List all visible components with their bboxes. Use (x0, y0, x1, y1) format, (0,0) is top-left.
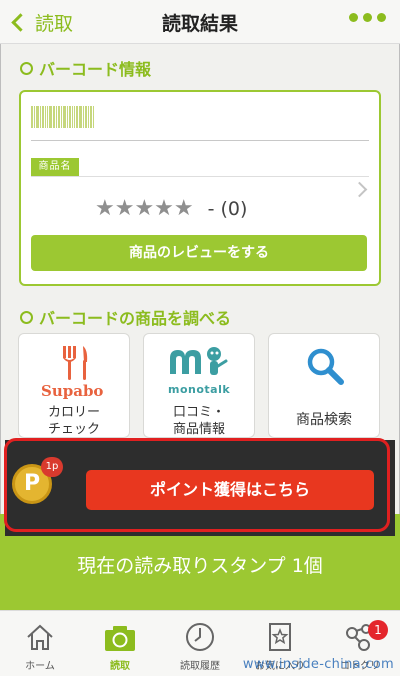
product-search-tile[interactable]: 商品検索 (268, 333, 380, 438)
tab-scan[interactable]: 読取 (80, 611, 160, 676)
tile-label: 商品検索 (296, 412, 352, 428)
barcode-info-heading: バーコード情報 (20, 56, 151, 80)
bookmark-star-icon (269, 623, 291, 651)
circle-bullet-icon (20, 61, 33, 75)
tile-label: 商品情報 (172, 422, 225, 437)
monotalk-logo: monotalk (168, 383, 231, 396)
circle-bullet-icon (20, 310, 33, 324)
tile-label: カロリー (47, 405, 100, 420)
home-icon (27, 624, 53, 650)
tab-label: ホーム (25, 661, 55, 672)
rating-stars: ★★★★★ (95, 196, 194, 221)
tile-label: チェック (47, 422, 100, 437)
watermark-text: www.inside-china.com (242, 657, 394, 672)
get-points-button[interactable]: ポイント獲得はこちら (86, 470, 374, 510)
point-badge: 1p (41, 457, 63, 477)
more-menu-icon[interactable] (349, 13, 386, 22)
section-heading-text: バーコード情報 (39, 60, 152, 79)
search-icon (307, 348, 344, 385)
monotalk-mascot-icon (170, 347, 228, 375)
tab-history[interactable]: 読取履歴 (160, 611, 240, 676)
supabo-logo: Supabo (41, 382, 104, 400)
nav-header: 読取 読取結果 (0, 0, 400, 44)
reviews-info-tile[interactable]: monotalk 口コミ・ 商品情報 (143, 333, 255, 438)
write-review-button[interactable]: 商品のレビューをする (31, 235, 367, 271)
tab-label: 読取 (110, 661, 130, 672)
clock-icon (186, 623, 214, 651)
section-heading-text: バーコードの商品を調べる (39, 309, 232, 328)
camera-icon (105, 626, 135, 651)
page-title: 読取結果 (161, 13, 238, 35)
tile-label: 口コミ・ (172, 405, 225, 420)
divider (31, 176, 369, 177)
notification-badge: 1 (368, 620, 388, 640)
rating-count: - (0) (207, 197, 248, 220)
divider (31, 140, 369, 141)
lookup-heading: バーコードの商品を調べる (20, 305, 231, 329)
product-name-tag: 商品名 (31, 158, 79, 176)
product-rating: ★★★★★ - (0) (95, 196, 247, 221)
calorie-check-tile[interactable]: Supabo カロリー チェック (18, 333, 130, 438)
barcode-card[interactable]: 商品名 ★★★★★ - (0) 商品のレビューをする (19, 90, 381, 286)
tab-home[interactable]: ホーム (0, 611, 80, 676)
tab-label: 読取履歴 (180, 661, 220, 672)
barcode-image (31, 106, 103, 128)
chevron-right-icon (351, 181, 368, 198)
fork-knife-icon (63, 346, 88, 380)
